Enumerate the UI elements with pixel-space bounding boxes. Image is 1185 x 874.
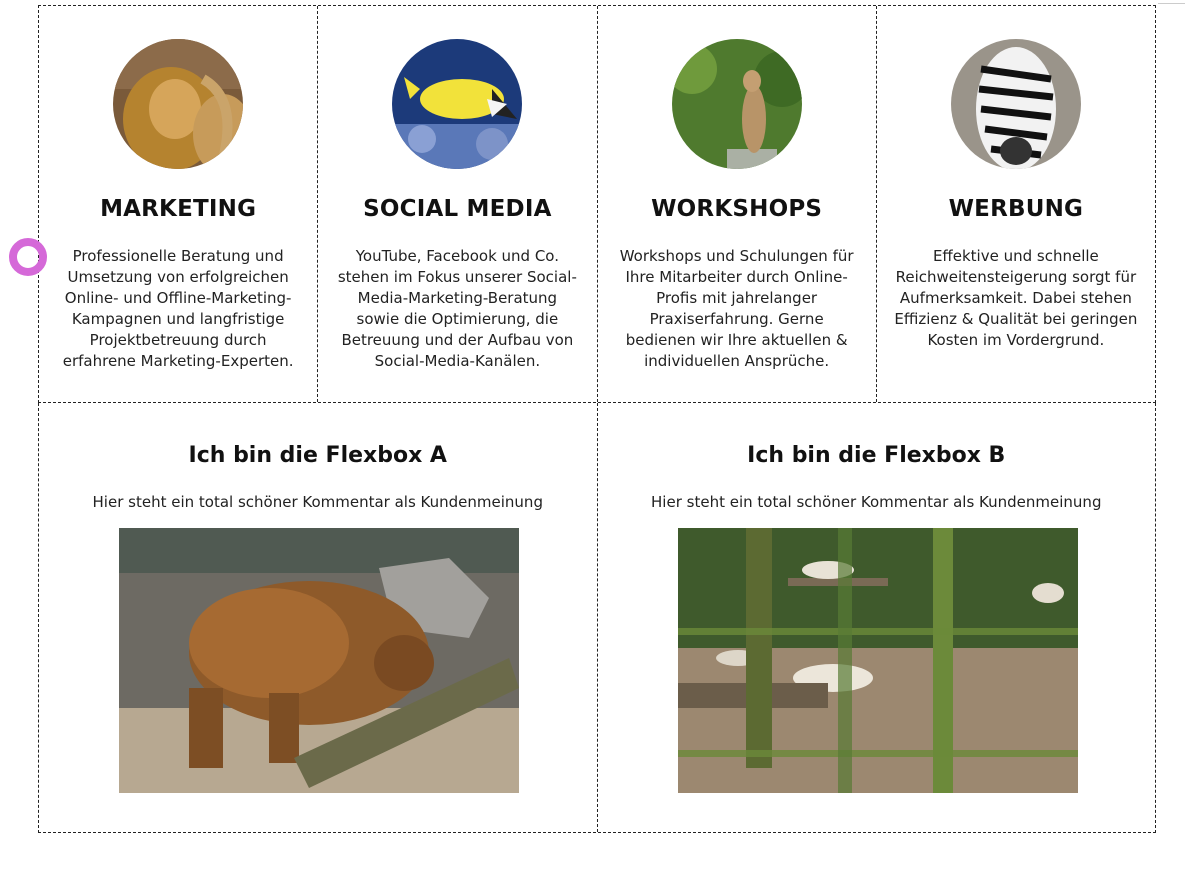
flexbox-b: Ich bin die Flexbox B Hier steht ein tot… <box>598 403 1156 832</box>
cursor-indicator <box>9 238 47 276</box>
service-card-social-media: SOCIAL MEDIA YouTube, Facebook und Co. s… <box>318 6 598 402</box>
bear-photo <box>119 528 519 793</box>
meerkat-photo <box>671 39 802 169</box>
flexbox-comment: Hier steht ein total schöner Kommentar a… <box>651 493 1102 511</box>
services-row: MARKETING Professionelle Beratung und Um… <box>38 5 1156 403</box>
wolves-photo <box>677 528 1078 793</box>
service-title: MARKETING <box>100 196 257 222</box>
service-title: WORKSHOPS <box>651 196 823 222</box>
top-divider <box>1158 3 1185 4</box>
flexbox-title: Ich bin die Flexbox B <box>747 443 1006 468</box>
service-text: Workshops und Schulungen für Ihre Mitarb… <box>619 247 854 370</box>
service-card-marketing: MARKETING Professionelle Beratung und Um… <box>39 6 319 402</box>
service-title: SOCIAL MEDIA <box>363 196 552 222</box>
content-grid: MARKETING Professionelle Beratung und Um… <box>38 5 1156 833</box>
service-text: Effektive und schnelle Reichweitensteige… <box>894 247 1138 349</box>
lion-photo <box>113 39 244 169</box>
flexbox-comment: Hier steht ein total schöner Kommentar a… <box>92 493 543 511</box>
service-card-workshops: WORKSHOPS Workshops und Schulungen für I… <box>598 6 877 402</box>
service-title: WERBUNG <box>948 196 1084 222</box>
flexbox-a: Ich bin die Flexbox A Hier steht ein tot… <box>39 403 598 832</box>
flexbox-title: Ich bin die Flexbox A <box>188 443 447 468</box>
flexbox-row: Ich bin die Flexbox A Hier steht ein tot… <box>38 403 1156 833</box>
service-text: Professionelle Beratung und Umsetzung vo… <box>62 247 294 370</box>
fish-photo <box>392 39 523 169</box>
zebra-photo <box>950 39 1081 169</box>
service-card-werbung: WERBUNG Effektive und schnelle Reichweit… <box>877 6 1155 402</box>
service-text: YouTube, Facebook und Co. stehen im Foku… <box>337 247 577 370</box>
